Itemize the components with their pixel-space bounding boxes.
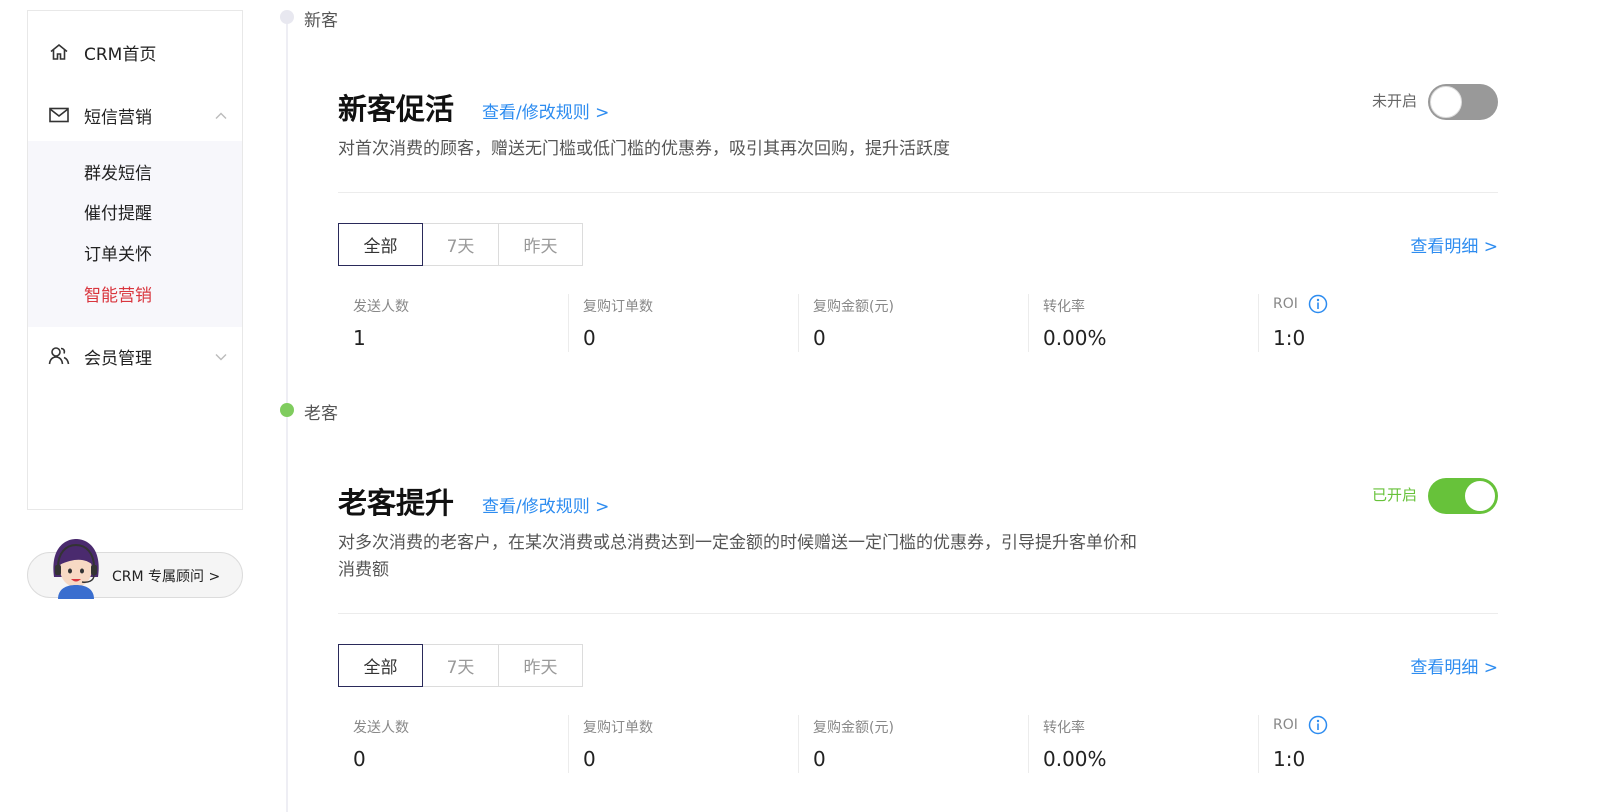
tab-all[interactable]: 全部 [338, 223, 423, 266]
toggle-knob [1464, 480, 1496, 512]
card-title: 老客提升 [338, 486, 455, 520]
stats-row: 发送人数 1 复购订单数 0 复购金额(元) 0 转化率 0.00% ROI 1… [338, 294, 1498, 352]
sidebar-item-crm-home[interactable]: CRM首页 [28, 32, 242, 72]
submenu-item-payment-reminder[interactable]: 催付提醒 [84, 199, 152, 224]
stat-separator [798, 715, 799, 773]
stat-value: 0 [813, 326, 826, 350]
stat-separator [1258, 715, 1259, 773]
stat-value: 0.00% [1043, 747, 1107, 771]
view-details-link[interactable]: 查看明细 > [1410, 653, 1498, 678]
tab-yesterday[interactable]: 昨天 [498, 223, 583, 266]
enable-toggle[interactable] [1428, 84, 1498, 120]
advisor-avatar-icon [46, 537, 106, 599]
tab-7-days[interactable]: 7天 [422, 644, 499, 687]
stat-conversion-rate: 转化率 0.00% [1028, 294, 1258, 352]
sidebar-item-label: 会员管理 [84, 348, 152, 369]
toggle-status-label: 已开启 [1371, 486, 1417, 504]
time-range-tabs: 全部 7天 昨天 [338, 644, 583, 687]
stat-label: 转化率 [1043, 720, 1085, 736]
time-range-tabs: 全部 7天 昨天 [338, 223, 583, 266]
card-new-customer-activation: 新客促活 查看/修改规则 > 未开启 对首次消费的顾客，赠送无门槛或低门槛的优惠… [338, 84, 1498, 384]
submenu-item-order-care[interactable]: 订单关怀 [84, 240, 152, 265]
advisor-label: CRM 专属顾问 > [112, 569, 221, 585]
stat-value: 1 [353, 326, 366, 350]
stat-separator [1028, 294, 1029, 352]
tab-yesterday[interactable]: 昨天 [498, 644, 583, 687]
toggle-status-label: 未开启 [1371, 92, 1417, 110]
stat-separator [1258, 294, 1259, 352]
submenu-item-smart-marketing[interactable]: 智能营销 [84, 281, 152, 306]
stat-separator [1028, 715, 1029, 773]
stat-separator [568, 715, 569, 773]
tab-7-days[interactable]: 7天 [422, 223, 499, 266]
stat-value: 0.00% [1043, 326, 1107, 350]
stat-label: 复购金额(元) [813, 299, 894, 315]
view-details-link[interactable]: 查看明细 > [1410, 232, 1498, 257]
stat-label: 发送人数 [353, 720, 409, 736]
chevron-down-icon [214, 349, 228, 363]
stat-repurchase-orders: 复购订单数 0 [568, 715, 798, 773]
card-description: 对多次消费的老客户，在某次消费或总消费达到一定金额的时候赠送一定门槛的优惠券，引… [338, 533, 1137, 580]
sidebar-item-sms-marketing[interactable]: 短信营销 [28, 95, 242, 135]
divider [338, 613, 1498, 614]
stat-label: 发送人数 [353, 299, 409, 315]
mail-icon [48, 104, 70, 126]
stat-value: 0 [813, 747, 826, 771]
info-icon[interactable] [1308, 294, 1328, 314]
sidebar: CRM首页 短信营销 群发短信 催付提醒 订单关怀 智能营销 会员管理 [27, 10, 243, 510]
stat-repurchase-amount: 复购金额(元) 0 [798, 294, 1028, 352]
chevron-up-icon [214, 108, 228, 122]
timeline-label-old: 老客 [304, 404, 338, 424]
card-old-customer-upgrade: 老客提升 查看/修改规则 > 已开启 对多次消费的老客户，在某次消费或总消费达到… [338, 478, 1498, 798]
view-edit-rules-link[interactable]: 查看/修改规则 > [482, 98, 609, 123]
stat-repurchase-orders: 复购订单数 0 [568, 294, 798, 352]
stat-label: 复购金额(元) [813, 720, 894, 736]
stat-label: 转化率 [1043, 299, 1085, 315]
sidebar-item-label: CRM首页 [84, 44, 157, 65]
stats-row: 发送人数 0 复购订单数 0 复购金额(元) 0 转化率 0.00% ROI 1… [338, 715, 1498, 773]
stat-label: 复购订单数 [583, 720, 653, 736]
stat-value: 1:0 [1273, 326, 1306, 350]
stat-label: ROI [1273, 296, 1298, 312]
toggle-knob [1430, 86, 1462, 118]
divider [338, 192, 1498, 193]
timeline-dot-old [280, 403, 294, 417]
sidebar-item-label: 短信营销 [84, 107, 152, 128]
view-edit-rules-link[interactable]: 查看/修改规则 > [482, 492, 609, 517]
stat-send-count: 发送人数 0 [338, 715, 568, 773]
card-title: 新客促活 [338, 92, 455, 126]
submenu-item-bulk-sms[interactable]: 群发短信 [84, 159, 152, 184]
enable-toggle[interactable] [1428, 478, 1498, 514]
stat-roi: ROI 1:0 [1258, 715, 1498, 773]
stat-separator [798, 294, 799, 352]
timeline-dot-new [280, 10, 294, 24]
crm-advisor-button[interactable]: CRM 专属顾问 > [27, 539, 243, 599]
home-icon [48, 41, 70, 63]
card-description: 对首次消费的顾客，赠送无门槛或低门槛的优惠券，吸引其再次回购，提升活跃度 [338, 139, 950, 159]
stat-conversion-rate: 转化率 0.00% [1028, 715, 1258, 773]
sms-submenu: 群发短信 催付提醒 订单关怀 智能营销 [28, 141, 242, 327]
sidebar-item-member-management[interactable]: 会员管理 [28, 336, 242, 376]
stat-roi: ROI 1:0 [1258, 294, 1498, 352]
stat-separator [568, 294, 569, 352]
stat-value: 0 [583, 326, 596, 350]
timeline-label-new: 新客 [304, 11, 338, 31]
members-icon [48, 345, 70, 367]
stat-value: 0 [353, 747, 366, 771]
info-icon[interactable] [1308, 715, 1328, 735]
stat-repurchase-amount: 复购金额(元) 0 [798, 715, 1028, 773]
stat-value: 0 [583, 747, 596, 771]
stat-label: ROI [1273, 717, 1298, 733]
stat-send-count: 发送人数 1 [338, 294, 568, 352]
tab-all[interactable]: 全部 [338, 644, 423, 687]
stat-value: 1:0 [1273, 747, 1306, 771]
stat-label: 复购订单数 [583, 299, 653, 315]
